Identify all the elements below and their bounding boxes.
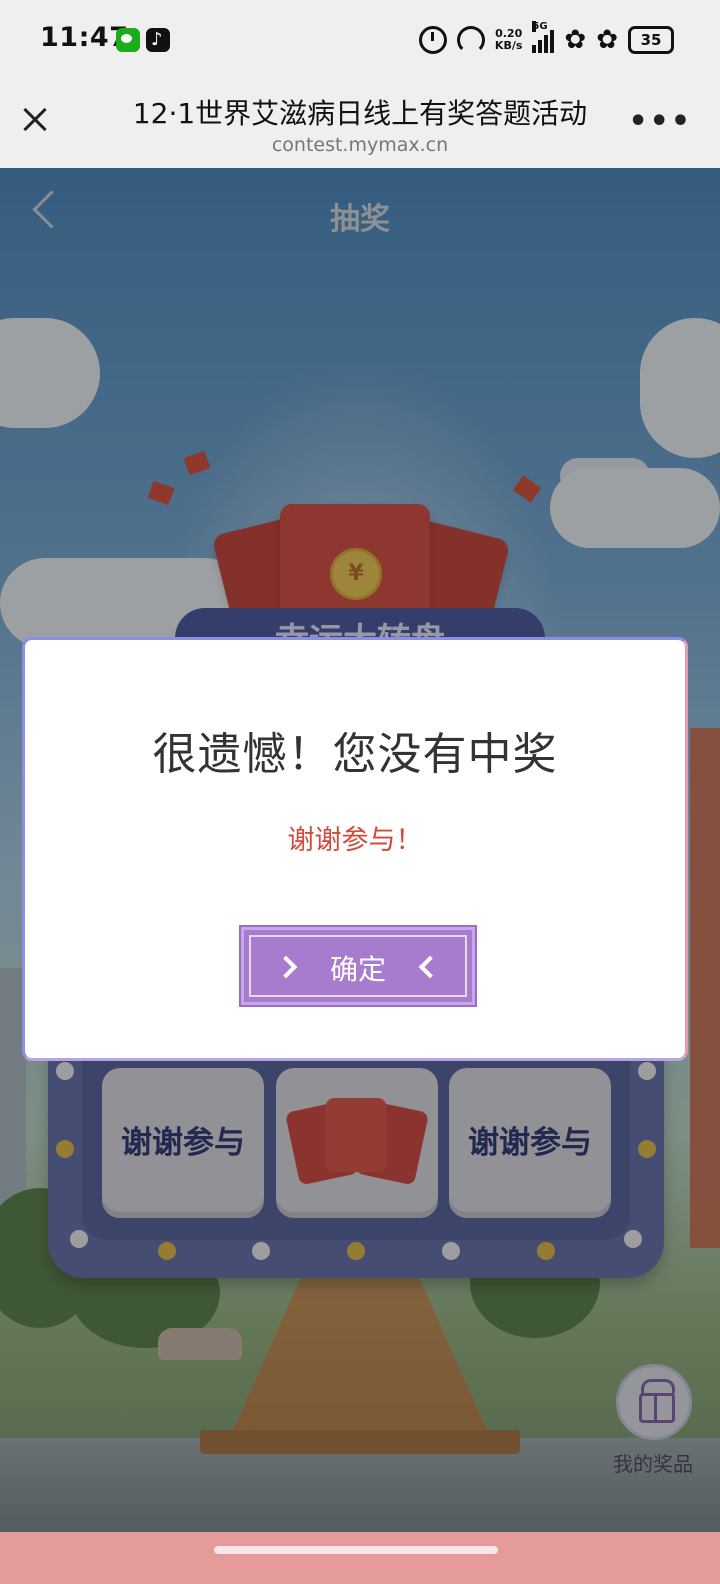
status-bar: 11:47 0.20 KB/s 5G ✿ ✿ 35 xyxy=(0,0,720,80)
status-icons: 0.20 KB/s 5G ✿ ✿ 35 xyxy=(418,21,674,58)
battery-indicator: 35 xyxy=(628,26,674,54)
net-speed-unit: KB/s xyxy=(494,39,523,52)
tiktok-icon xyxy=(146,28,170,52)
more-menu-button[interactable]: ••• xyxy=(628,104,692,139)
alarm-icon xyxy=(418,26,447,54)
home-indicator[interactable] xyxy=(214,1546,498,1554)
settings-flower-icon: ✿ xyxy=(596,25,618,55)
signal-icon: 5G xyxy=(532,21,555,53)
speed-gauge-icon xyxy=(456,26,485,54)
result-dialog: 很遗憾！您没有中奖 谢谢参与！ 确定 xyxy=(22,637,688,1061)
page-title: 12·1世界艾滋病日线上有奖答题活动 xyxy=(132,97,588,130)
system-navigation-bar xyxy=(0,1532,720,1584)
confirm-button[interactable]: 确定 xyxy=(239,925,477,1007)
dialog-subtitle: 谢谢参与！ xyxy=(287,825,423,856)
dialog-title: 很遗憾！您没有中奖 xyxy=(152,729,558,780)
page-url: contest.mymax.cn xyxy=(271,134,449,156)
wechat-icon xyxy=(116,28,140,52)
network-type: 5G xyxy=(532,21,548,32)
close-icon[interactable] xyxy=(18,102,54,138)
huawei-share-icon: ✿ xyxy=(564,25,587,55)
net-speed: 0.20 KB/s xyxy=(495,28,522,52)
browser-header: 12·1世界艾滋病日线上有奖答题活动 contest.mymax.cn ••• xyxy=(0,80,720,169)
